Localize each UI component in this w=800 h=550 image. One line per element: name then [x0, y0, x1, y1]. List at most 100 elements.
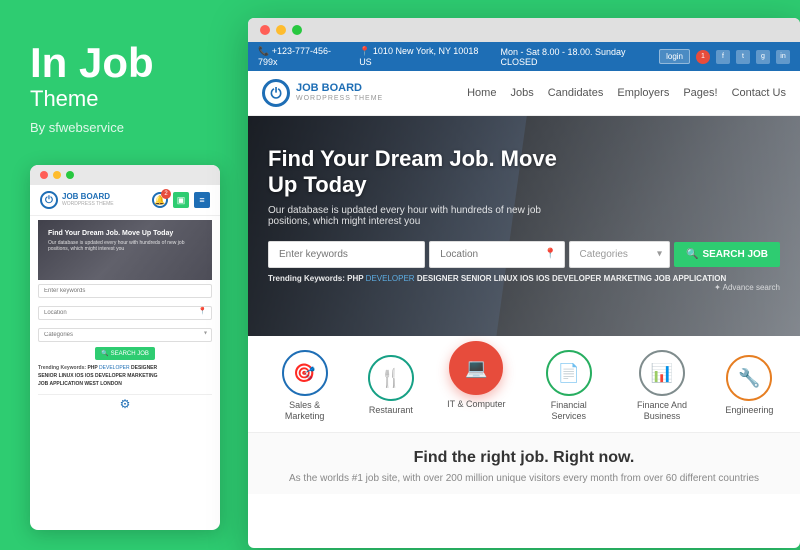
restaurant-label: Restaurant [369, 405, 413, 416]
mini-hero: Find Your Dream Job. Move Up Today Our d… [38, 220, 212, 280]
nav-candidates[interactable]: Candidates [548, 87, 604, 99]
mini-keywords-input[interactable] [38, 284, 212, 298]
location-pin-icon: 📍 [544, 249, 556, 260]
categories-row: 🎯 Sales & Marketing 🍴 Restaurant 💻 IT & … [248, 336, 800, 433]
bottom-title: Find the right job. Right now. [268, 449, 780, 467]
it-label: IT & Computer [447, 399, 505, 410]
category-restaurant[interactable]: 🍴 Restaurant [368, 355, 414, 416]
mini-search-form: 📍 ▾ 🔍 SEARCH JOB [38, 284, 212, 360]
main-browser: 📞 +123-777-456-799x 📍 1010 New York, NY … [248, 18, 800, 548]
nav-pages[interactable]: Pages! [683, 87, 717, 99]
notification-badge: 1 [696, 50, 710, 64]
linkedin-icon[interactable]: in [776, 50, 790, 64]
search-form: 📍 Categories ▾ 🔍 SEARCH JOB [248, 241, 800, 268]
facebook-icon[interactable]: f [716, 50, 730, 64]
twitter-icon[interactable]: t [736, 50, 750, 64]
main-browser-bar [248, 18, 800, 42]
main-dot-red [260, 25, 270, 35]
mini-hero-section: Find Your Dream Job. Move Up Today Our d… [30, 216, 220, 413]
mini-logo: ⏻ JOB BOARD WORDPRESS THEME [40, 191, 114, 209]
mini-category-wrapper: ▾ [38, 323, 212, 342]
category-wrapper: Categories ▾ [569, 241, 670, 268]
engineering-icon: 🔧 [726, 355, 772, 401]
main-dot-green [292, 25, 302, 35]
search-button[interactable]: 🔍 SEARCH JOB [674, 242, 780, 267]
main-menu: Home Jobs Candidates Employers Pages! Co… [467, 87, 786, 99]
mini-nav-icons: 🔔 2 ▣ ≡ [152, 192, 210, 208]
nav-employers[interactable]: Employers [617, 87, 669, 99]
category-engineering[interactable]: 🔧 Engineering [725, 355, 773, 416]
mini-location-input[interactable] [38, 306, 212, 320]
nav-home[interactable]: Home [467, 87, 496, 99]
keyword-linux: LINUX [494, 274, 520, 283]
map-pin-icon: 📍 [359, 46, 370, 56]
menu-icon-green: ▣ [173, 192, 189, 208]
hero-desc: Our database is updated every hour with … [268, 205, 568, 227]
category-finance-biz[interactable]: 📊 Finance And Business [632, 350, 692, 422]
keyword-php: PHP [347, 274, 366, 283]
keyword-designer: DESIGNER [417, 274, 461, 283]
category-financial[interactable]: 📄 Financial Services [539, 350, 599, 422]
mini-nav: ⏻ JOB BOARD WORDPRESS THEME 🔔 2 ▣ ≡ [30, 185, 220, 216]
category-it[interactable]: 💻 IT & Computer [447, 341, 505, 410]
menu-icon-blue: ≡ [194, 192, 210, 208]
hero-section: Find Your Dream Job. Move Up Today Our d… [248, 116, 800, 336]
finance-biz-label: Finance And Business [632, 400, 692, 422]
mini-logo-icon: ⏻ [40, 191, 58, 209]
financial-icon: 📄 [546, 350, 592, 396]
hero-content: Find Your Dream Job. Move Up Today Our d… [248, 116, 800, 227]
address-text: 📍 1010 New York, NY 10018 US [359, 46, 488, 67]
mini-gear: ⚙ [38, 394, 212, 413]
trending-row: Trending Keywords: PHP DEVELOPER DESIGNE… [248, 268, 800, 289]
phone-text: 📞 +123-777-456-799x [258, 46, 347, 67]
brand-subtitle: Theme [30, 86, 220, 112]
top-info-bar: 📞 +123-777-456-799x 📍 1010 New York, NY … [248, 42, 800, 71]
nav-jobs[interactable]: Jobs [510, 87, 533, 99]
mini-browser: ⏻ JOB BOARD WORDPRESS THEME 🔔 2 ▣ ≡ Find [30, 165, 220, 530]
hero-title: Find Your Dream Job. Move Up Today [268, 146, 588, 199]
advance-search-link[interactable]: ✦ Advance search [714, 283, 780, 292]
it-icon: 💻 [449, 341, 503, 395]
location-wrapper: 📍 [429, 241, 564, 268]
brand-by: By sfwebservice [30, 120, 220, 135]
keyword-ios: IOS [520, 274, 536, 283]
keyword-marketing: MARKETING [604, 274, 655, 283]
search-keywords-input[interactable] [268, 241, 425, 268]
mini-browser-bar [30, 165, 220, 185]
dot-green [66, 171, 74, 179]
mini-search-button[interactable]: 🔍 SEARCH JOB [95, 347, 155, 360]
mini-logo-text: JOB BOARD WORDPRESS THEME [62, 193, 114, 207]
sales-label: Sales & Marketing [275, 400, 335, 422]
location-icon: 📍 [198, 307, 207, 315]
mini-category-input[interactable] [38, 328, 212, 342]
phone-icon: 📞 [258, 46, 269, 56]
main-logo-text: JOB BOARD WORDPRESS THEME [296, 82, 383, 104]
financial-label: Financial Services [539, 400, 599, 422]
login-button[interactable]: login [659, 49, 690, 64]
mini-hero-desc: Our database is updated every hour with … [48, 240, 202, 252]
search-icon: 🔍 [101, 350, 108, 357]
category-sales[interactable]: 🎯 Sales & Marketing [275, 350, 335, 422]
bottom-desc: As the worlds #1 job site, with over 200… [268, 473, 780, 484]
mini-hero-title: Find Your Dream Job. Move Up Today [48, 230, 202, 237]
keyword-developer: DEVELOPER [366, 274, 417, 283]
keyword-senior: SENIOR [461, 274, 494, 283]
engineering-label: Engineering [725, 405, 773, 416]
sales-icon: 🎯 [282, 350, 328, 396]
dropdown-arrow-icon: ▾ [204, 329, 207, 336]
dot-red [40, 171, 48, 179]
main-logo: ⏻ JOB BOARD WORDPRESS THEME [262, 79, 383, 107]
mini-search-section: 📍 ▾ 🔍 SEARCH JOB Trending Keywords: PHP … [38, 280, 212, 392]
hours-text: Mon - Sat 8.00 - 18.00. Sunday CLOSED [500, 47, 659, 67]
google-icon[interactable]: g [756, 50, 770, 64]
categories-select[interactable]: Categories [569, 241, 670, 268]
left-panel: In Job Theme By sfwebservice ⏻ JOB BOARD… [0, 0, 250, 550]
top-info-left: 📞 +123-777-456-799x 📍 1010 New York, NY … [258, 46, 659, 67]
mini-hero-text: Find Your Dream Job. Move Up Today Our d… [48, 230, 202, 252]
mini-location-wrapper: 📍 [38, 301, 212, 320]
nav-contact[interactable]: Contact Us [732, 87, 786, 99]
search-magnifier-icon: 🔍 [686, 249, 698, 260]
dot-yellow [53, 171, 61, 179]
restaurant-icon: 🍴 [368, 355, 414, 401]
main-nav: ⏻ JOB BOARD WORDPRESS THEME Home Jobs Ca… [248, 71, 800, 116]
